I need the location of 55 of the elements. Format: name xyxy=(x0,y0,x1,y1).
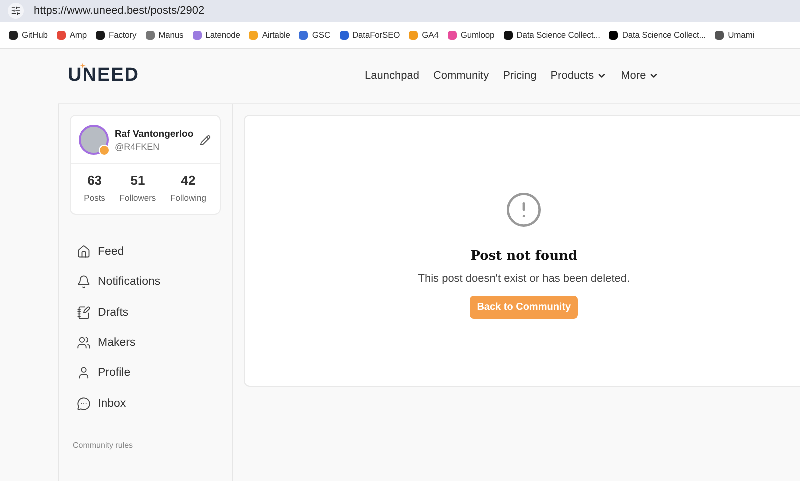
sidebar-item[interactable]: Makers xyxy=(70,328,221,358)
bookmark-icon[interactable] xyxy=(715,30,724,40)
bell-icon xyxy=(77,275,91,290)
badge-icon xyxy=(99,145,110,156)
sparkle-icon xyxy=(80,63,86,69)
message-title: Post not found xyxy=(470,249,578,264)
sidebar-item[interactable]: Profile xyxy=(70,358,221,388)
stat-value: 51 xyxy=(130,173,146,188)
nav-link[interactable]: Launchpad xyxy=(365,70,420,82)
bookmark-link[interactable]: Airtable xyxy=(262,30,290,40)
nav-link[interactable]: Products xyxy=(550,70,608,82)
message-text: This post doesn't exist or has been deleted. xyxy=(418,273,630,285)
edit-icon[interactable] xyxy=(200,134,211,146)
bookmark-link[interactable]: Gumloop xyxy=(460,30,495,40)
avatar[interactable] xyxy=(79,125,109,155)
logo[interactable]: UNEED xyxy=(68,65,140,87)
stat-label: Posts xyxy=(84,193,106,203)
bookmark-link[interactable]: DataForSEO xyxy=(352,30,400,40)
bookmark-link[interactable]: Factory xyxy=(109,30,137,40)
sidebar-item[interactable]: Notifications xyxy=(70,267,221,298)
bookmark-link[interactable]: Amp xyxy=(70,30,88,40)
bookmark-link[interactable]: GitHub xyxy=(22,30,48,40)
stat-label: Following xyxy=(170,193,206,203)
nav-link[interactable]: Pricing xyxy=(503,70,537,82)
bookmark-link[interactable]: Data Science Collect... xyxy=(622,30,706,40)
bookmark-link[interactable]: Umami xyxy=(728,30,754,40)
bookmark-icon[interactable] xyxy=(9,30,18,40)
sidebar-item[interactable]: Inbox xyxy=(70,388,221,419)
profile-handle: @R4FKEN xyxy=(115,142,161,152)
bookmark-icon[interactable] xyxy=(609,30,618,40)
stat-value: 63 xyxy=(88,173,102,188)
stat-label: Followers xyxy=(120,193,156,203)
bookmark-link[interactable]: GA4 xyxy=(422,30,439,40)
stat-value: 42 xyxy=(181,173,196,188)
caret-icon xyxy=(597,71,608,81)
bookmark-icon[interactable] xyxy=(504,30,513,40)
nav-link[interactable]: Community xyxy=(433,70,490,82)
bookmark-link[interactable]: Manus xyxy=(158,30,184,40)
profile-name: Raf Vantongerloo xyxy=(115,128,194,140)
site-settings-icon[interactable] xyxy=(8,3,24,19)
bookmark-link[interactable]: GSC xyxy=(312,30,331,40)
notebook-icon xyxy=(77,306,91,320)
bookmark-link[interactable]: Latenode xyxy=(206,30,240,40)
alert-icon xyxy=(505,191,544,229)
bookmark-link[interactable]: Data Science Collect... xyxy=(516,30,600,40)
nav-link[interactable]: More xyxy=(621,70,660,82)
bookmark-icon[interactable] xyxy=(96,30,106,40)
url-text[interactable]: https://www.uneed.best/posts/2902 xyxy=(34,5,205,17)
caret-icon xyxy=(649,71,660,81)
sidebar-item[interactable]: Feed xyxy=(70,237,221,268)
sidebar-item[interactable]: Drafts xyxy=(70,298,221,328)
user-icon xyxy=(77,366,91,380)
home-icon xyxy=(77,245,91,260)
chat-bubble-icon xyxy=(77,396,91,411)
users-icon xyxy=(77,336,91,350)
